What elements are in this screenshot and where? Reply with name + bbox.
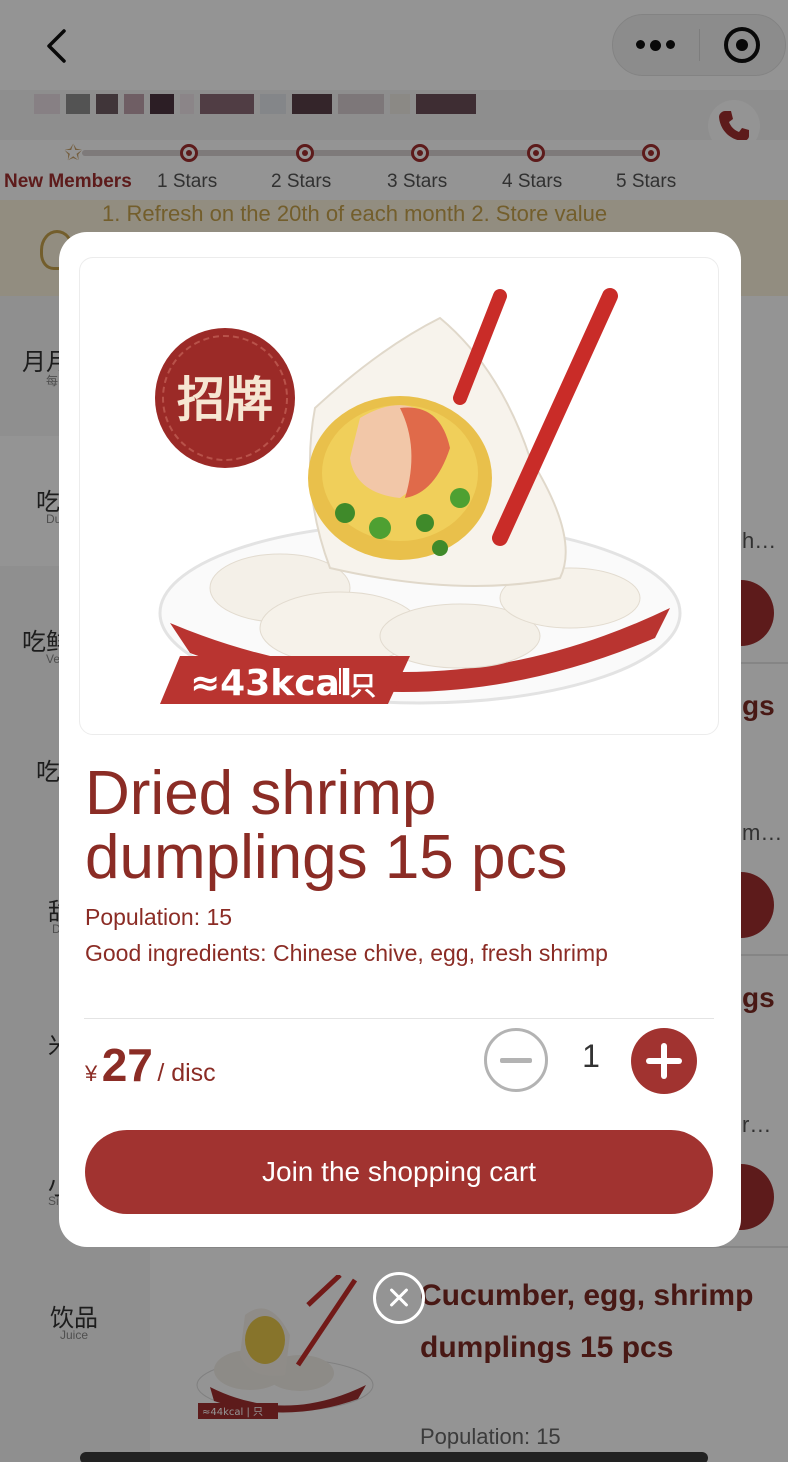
product-population: Population: 15 bbox=[85, 904, 233, 930]
close-icon[interactable] bbox=[373, 1272, 425, 1324]
decrease-quantity-button[interactable] bbox=[484, 1028, 548, 1092]
currency-symbol: ¥ bbox=[85, 1061, 98, 1086]
dumpling-illustration: 招牌 ≈43kcal 只 bbox=[155, 288, 682, 705]
product-name: Dried shrimp dumplings 15 pcs bbox=[85, 759, 568, 892]
increase-quantity-button[interactable] bbox=[631, 1028, 697, 1094]
signature-badge-text: 招牌 bbox=[177, 372, 273, 428]
product-detail-modal: 招牌 ≈43kcal 只 Dried shrimp dumplings 15 p… bbox=[59, 232, 741, 1247]
kcal-label: ≈43kcal bbox=[190, 663, 352, 704]
quantity-value: 1 bbox=[582, 1038, 600, 1074]
price-unit: / disc bbox=[157, 1059, 216, 1087]
home-indicator bbox=[80, 1452, 708, 1462]
kcal-unit-label: 只 bbox=[350, 672, 376, 702]
price: ¥ 27 / disc bbox=[85, 1038, 216, 1092]
divider bbox=[84, 1018, 714, 1019]
product-ingredients: Good ingredients: Chinese chive, egg, fr… bbox=[85, 940, 608, 966]
add-to-cart-button[interactable]: Join the shopping cart bbox=[85, 1130, 713, 1214]
product-image: 招牌 ≈43kcal 只 bbox=[79, 257, 719, 735]
price-value: 27 bbox=[101, 1039, 153, 1091]
